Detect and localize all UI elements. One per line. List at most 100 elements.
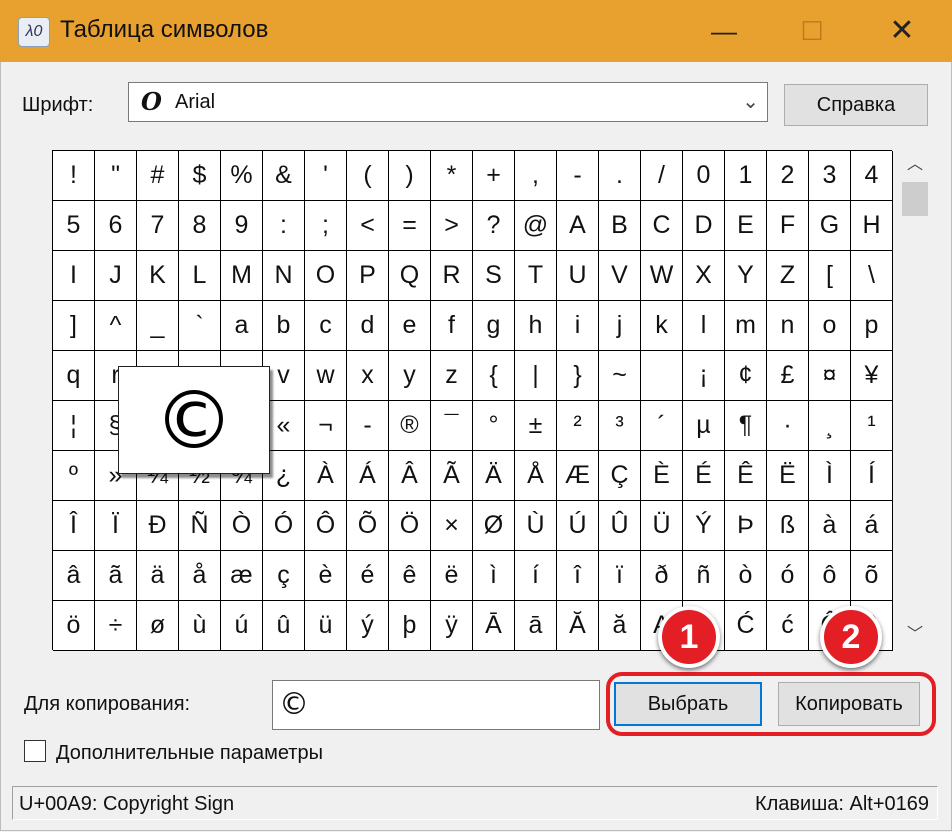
char-cell[interactable]: ă [599,601,641,651]
char-cell[interactable]: È [641,451,683,501]
char-cell[interactable]: ó [767,551,809,601]
char-cell[interactable]: A [557,201,599,251]
char-cell[interactable]: Í [851,451,893,501]
char-cell[interactable]: K [137,251,179,301]
char-cell[interactable]: C [641,201,683,251]
char-cell[interactable]: } [557,351,599,401]
char-cell[interactable]: x [347,351,389,401]
char-cell[interactable]: { [473,351,515,401]
char-cell[interactable]: M [221,251,263,301]
char-cell[interactable]: + [473,151,515,201]
char-cell[interactable]: - [557,151,599,201]
char-cell[interactable]: p [851,301,893,351]
char-cell[interactable]: Ć [725,601,767,651]
char-cell[interactable]: f [431,301,473,351]
char-cell[interactable]: Ø [473,501,515,551]
char-cell[interactable]: Ã [431,451,473,501]
char-cell[interactable]: S [473,251,515,301]
char-cell[interactable]: / [641,151,683,201]
char-cell[interactable]: Ä [473,451,515,501]
char-cell[interactable]: ì [473,551,515,601]
char-cell[interactable]: 1 [725,151,767,201]
char-cell[interactable]: ö [53,601,95,651]
char-cell[interactable]: ` [179,301,221,351]
char-cell[interactable]: P [347,251,389,301]
char-cell[interactable]: " [95,151,137,201]
char-cell[interactable]: Y [725,251,767,301]
char-cell[interactable]: ? [473,201,515,251]
char-cell[interactable]: 3 [809,151,851,201]
char-cell[interactable]: , [515,151,557,201]
scroll-up-icon[interactable]: ︿ [898,150,932,180]
char-cell[interactable]: c [305,301,347,351]
char-cell[interactable]: - [347,401,389,451]
char-cell[interactable]: > [431,201,473,251]
char-cell[interactable]: | [515,351,557,401]
char-cell[interactable]: ÿ [431,601,473,651]
char-cell[interactable]: j [599,301,641,351]
char-cell[interactable]: o [809,301,851,351]
char-cell[interactable]: ± [515,401,557,451]
char-cell[interactable]: b [263,301,305,351]
char-cell[interactable]: d [347,301,389,351]
char-cell[interactable]: Ñ [179,501,221,551]
char-cell[interactable]: ÷ [95,601,137,651]
char-cell[interactable]: Z [767,251,809,301]
char-cell[interactable]: [ [809,251,851,301]
char-cell[interactable] [641,351,683,401]
char-cell[interactable]: â [53,551,95,601]
char-cell[interactable]: ā [515,601,557,651]
minimize-button[interactable]: — [694,0,754,62]
char-cell[interactable]: ° [473,401,515,451]
char-cell[interactable]: ß [767,501,809,551]
char-cell[interactable]: ¯ [431,401,473,451]
char-cell[interactable]: ´ [641,401,683,451]
char-cell[interactable]: ³ [599,401,641,451]
char-cell[interactable]: * [431,151,473,201]
char-cell[interactable]: X [683,251,725,301]
char-cell[interactable]: ] [53,301,95,351]
char-cell[interactable]: î [557,551,599,601]
char-cell[interactable]: Ô [305,501,347,551]
char-cell[interactable]: Ò [221,501,263,551]
char-cell[interactable]: W [641,251,683,301]
char-cell[interactable]: U [557,251,599,301]
char-cell[interactable]: L [179,251,221,301]
char-cell[interactable]: w [305,351,347,401]
char-cell[interactable]: á [851,501,893,551]
char-cell[interactable]: ñ [683,551,725,601]
char-cell[interactable]: g [473,301,515,351]
char-cell[interactable]: Ï [95,501,137,551]
char-cell[interactable]: Ù [515,501,557,551]
char-cell[interactable]: a [221,301,263,351]
char-cell[interactable]: ú [221,601,263,651]
char-cell[interactable]: × [431,501,473,551]
char-cell[interactable]: z [431,351,473,401]
char-cell[interactable]: I [53,251,95,301]
grid-scrollbar[interactable]: ︿ ﹀ [898,150,932,650]
char-cell[interactable]: £ [767,351,809,401]
char-cell[interactable]: q [53,351,95,401]
char-cell[interactable]: ® [389,401,431,451]
char-cell[interactable]: _ [137,301,179,351]
chevron-down-icon[interactable]: ⌄ [742,89,759,114]
char-cell[interactable]: Û [599,501,641,551]
char-cell[interactable]: Â [389,451,431,501]
char-cell[interactable]: ! [53,151,95,201]
char-cell[interactable]: 6 [95,201,137,251]
char-cell[interactable]: J [95,251,137,301]
char-cell[interactable]: ã [95,551,137,601]
char-cell[interactable]: V [599,251,641,301]
char-cell[interactable]: Ç [599,451,641,501]
char-cell[interactable]: ¬ [305,401,347,451]
char-cell[interactable]: Ú [557,501,599,551]
char-cell[interactable]: ; [305,201,347,251]
char-cell[interactable]: ê [389,551,431,601]
char-cell[interactable]: Ó [263,501,305,551]
char-cell[interactable]: ð [641,551,683,601]
char-cell[interactable]: 5 [53,201,95,251]
char-cell[interactable]: # [137,151,179,201]
char-cell[interactable]: H [851,201,893,251]
char-cell[interactable]: ¢ [725,351,767,401]
char-cell[interactable]: G [809,201,851,251]
